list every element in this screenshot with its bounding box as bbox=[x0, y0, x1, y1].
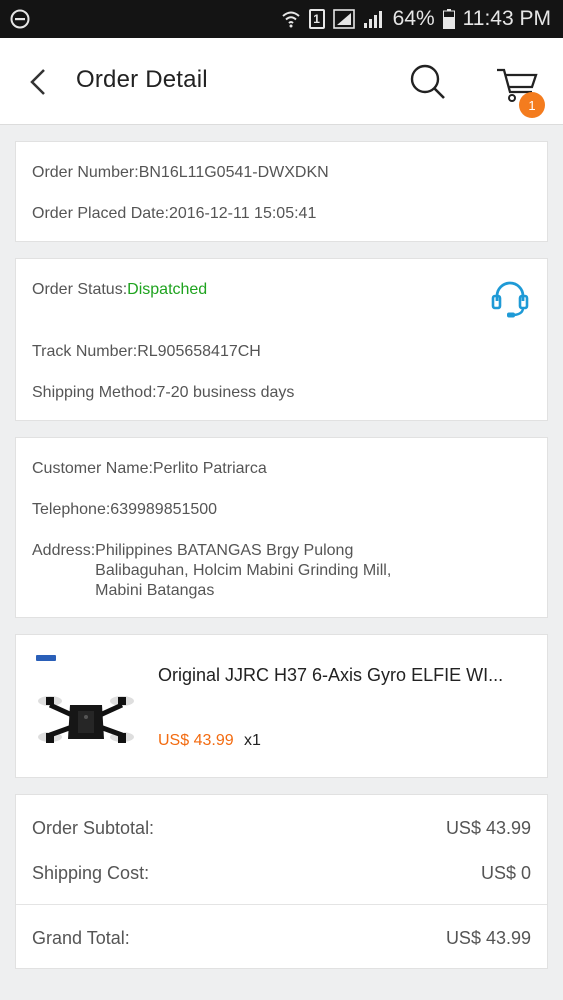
shipping-method-value: 7-20 business days bbox=[156, 384, 295, 401]
page-title: Order Detail bbox=[76, 66, 208, 93]
signal-icon bbox=[332, 9, 355, 29]
order-status-row: Order Status:Dispatched bbox=[32, 281, 207, 299]
address-label: Address: bbox=[32, 542, 96, 559]
order-number-value: BN16L11G0541-DWXDKN bbox=[138, 164, 329, 181]
order-summary-card: Order Subtotal: US$ 43.99 Shipping Cost:… bbox=[15, 794, 548, 969]
telephone-value: 639989851500 bbox=[110, 501, 218, 518]
back-arrow-icon[interactable] bbox=[22, 62, 56, 102]
address-line: Mabini Batangas bbox=[95, 582, 215, 599]
order-status-card: Order Status:Dispatched Track Number:RL9… bbox=[15, 258, 548, 421]
sim-card-icon: 1 bbox=[308, 9, 325, 29]
summary-divider bbox=[16, 904, 547, 905]
product-card[interactable]: Original JJRC H37 6-Axis Gyro ELFIE WI..… bbox=[15, 634, 548, 778]
subtotal-value: US$ 43.99 bbox=[445, 818, 531, 838]
customer-name-label: Customer Name: bbox=[32, 460, 153, 477]
address-row: Address: Philippines BATANGAS Brgy Pulon… bbox=[32, 542, 391, 601]
battery-icon bbox=[442, 9, 455, 29]
order-number-label: Order Number: bbox=[32, 164, 139, 181]
product-name[interactable]: Original JJRC H37 6-Axis Gyro ELFIE WI..… bbox=[158, 665, 528, 686]
shipping-cost-label: Shipping Cost: bbox=[32, 863, 150, 883]
track-number-label: Track Number: bbox=[32, 343, 138, 360]
order-date-label: Order Placed Date: bbox=[32, 205, 169, 222]
customer-name-value: Perlito Patriarca bbox=[152, 460, 267, 477]
shipping-method-label: Shipping Method: bbox=[32, 384, 157, 401]
order-status-label: Order Status: bbox=[32, 281, 128, 298]
address-line: Balibaguhan, Holcim Mabini Grinding Mill… bbox=[95, 562, 392, 579]
search-icon[interactable] bbox=[406, 60, 450, 104]
grand-total-value: US$ 43.99 bbox=[445, 928, 531, 948]
customer-info-card: Customer Name:Perlito Patriarca Telephon… bbox=[15, 437, 548, 618]
shipping-cost-value: US$ 0 bbox=[480, 863, 531, 883]
signal-strength-icon bbox=[363, 11, 382, 28]
telephone-row: Telephone:639989851500 bbox=[32, 501, 217, 519]
battery-percent: 64% bbox=[392, 7, 435, 30]
do-not-disturb-icon bbox=[10, 9, 30, 29]
subtotal-label: Order Subtotal: bbox=[32, 818, 155, 838]
order-info-card: Order Number:BN16L11G0541-DWXDKN Order P… bbox=[15, 141, 548, 242]
track-number-row: Track Number:RL905658417CH bbox=[32, 343, 261, 361]
address-value: Philippines BATANGAS Brgy Pulong Balibag… bbox=[95, 541, 391, 601]
wifi-icon bbox=[281, 11, 300, 28]
product-price: US$ 43.99 bbox=[158, 732, 234, 749]
cart-count-badge: 1 bbox=[519, 92, 545, 118]
clock: 11:43 PM bbox=[462, 7, 551, 30]
customer-name-row: Customer Name:Perlito Patriarca bbox=[32, 460, 267, 478]
app-bar: Order Detail 1 bbox=[0, 38, 563, 125]
track-number-value[interactable]: RL905658417CH bbox=[137, 343, 261, 360]
status-bar: 1 64% 11:43 PM bbox=[0, 0, 563, 38]
grand-total-label: Grand Total: bbox=[32, 928, 130, 948]
product-quantity: x1 bbox=[244, 732, 261, 749]
address-line: Philippines BATANGAS Brgy Pulong bbox=[95, 542, 354, 559]
order-date-row: Order Placed Date:2016-12-11 15:05:41 bbox=[32, 205, 316, 223]
product-thumbnail[interactable] bbox=[32, 653, 136, 757]
headset-icon[interactable] bbox=[490, 279, 530, 319]
shipping-method-row: Shipping Method:7-20 business days bbox=[32, 384, 294, 402]
order-number-row: Order Number:BN16L11G0541-DWXDKN bbox=[32, 164, 329, 182]
order-date-value: 2016-12-11 15:05:41 bbox=[168, 205, 317, 222]
telephone-label: Telephone: bbox=[32, 501, 111, 518]
order-status-value: Dispatched bbox=[127, 281, 208, 298]
